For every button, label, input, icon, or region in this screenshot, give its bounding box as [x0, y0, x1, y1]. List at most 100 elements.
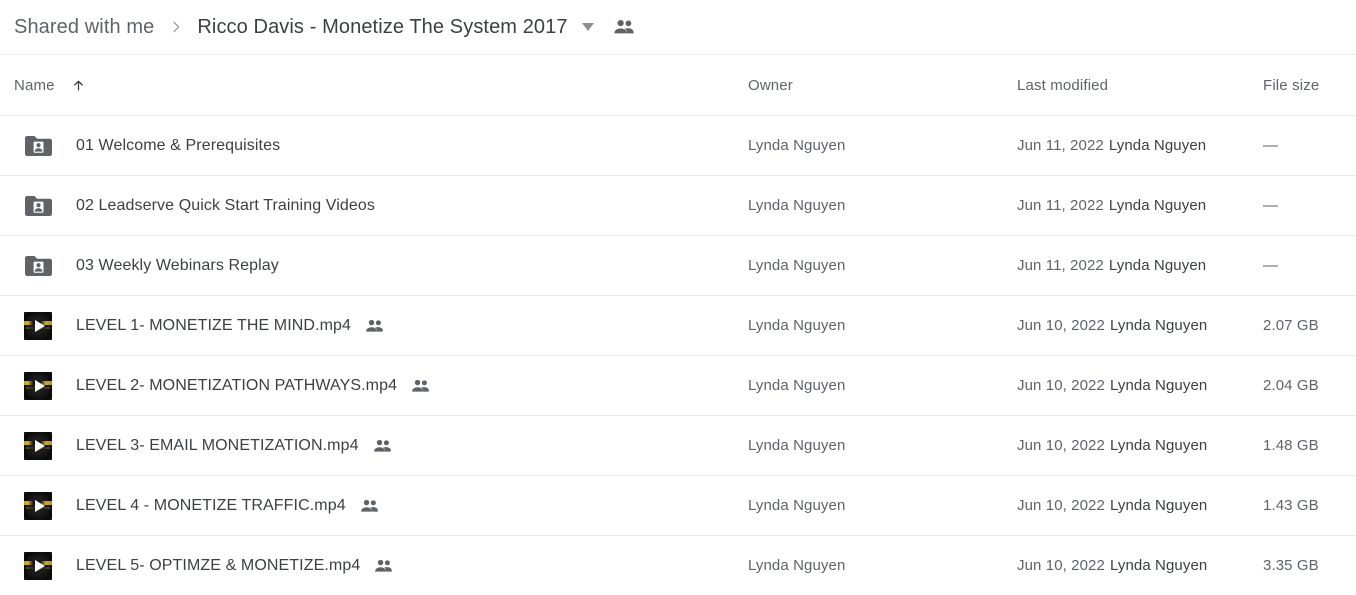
cell-name: LEVEL 3- EMAIL MONETIZATION.mp4 — [0, 431, 748, 460]
cell-file-size: 3.35 GB — [1263, 557, 1319, 574]
item-name: LEVEL 3- EMAIL MONETIZATION.mp4 — [76, 436, 359, 454]
column-header-name[interactable]: Name — [0, 77, 748, 94]
table-header-row: Name Owner Last modified File size — [0, 55, 1356, 116]
cell-last-modified: Jun 11, 2022 Lynda Nguyen — [1017, 137, 1263, 154]
people-shared-icon[interactable] — [365, 319, 384, 333]
cell-name: LEVEL 5- OPTIMZE & MONETIZE.mp4 — [0, 551, 748, 580]
last-modified-by: Lynda Nguyen — [1109, 377, 1208, 394]
shared-folder-icon — [24, 252, 52, 280]
last-modified-date: Jun 10, 2022 — [1017, 497, 1105, 514]
cell-owner: Lynda Nguyen — [748, 437, 846, 454]
last-modified-by: Lynda Nguyen — [1109, 437, 1208, 454]
breadcrumb-current-folder[interactable]: Ricco Davis - Monetize The System 2017 — [197, 16, 567, 39]
last-modified-by: Lynda Nguyen — [1108, 137, 1207, 154]
video-thumbnail-icon — [24, 491, 52, 520]
cell-last-modified: Jun 10, 2022 Lynda Nguyen — [1017, 317, 1263, 334]
people-shared-icon[interactable] — [613, 19, 635, 35]
last-modified-by: Lynda Nguyen — [1108, 197, 1207, 214]
table-row[interactable]: LEVEL 1- MONETIZE THE MIND.mp4 Lynda Ngu… — [0, 296, 1356, 356]
people-shared-icon[interactable] — [373, 439, 392, 453]
last-modified-date: Jun 11, 2022 — [1017, 197, 1104, 214]
table-row[interactable]: LEVEL 5- OPTIMZE & MONETIZE.mp4 Lynda Ng… — [0, 536, 1356, 595]
shared-folder-icon — [24, 192, 52, 220]
cell-last-modified: Jun 11, 2022 Lynda Nguyen — [1017, 257, 1263, 274]
table-row[interactable]: LEVEL 2- MONETIZATION PATHWAYS.mp4 Lynda… — [0, 356, 1356, 416]
cell-file-size: 1.43 GB — [1263, 497, 1319, 514]
cell-last-modified: Jun 11, 2022 Lynda Nguyen — [1017, 197, 1263, 214]
last-modified-date: Jun 10, 2022 — [1017, 377, 1105, 394]
cell-name: 03 Weekly Webinars Replay — [0, 252, 748, 280]
video-thumbnail-icon — [24, 491, 52, 520]
cell-name: 02 Leadserve Quick Start Training Videos — [0, 192, 748, 220]
cell-name: LEVEL 4 - MONETIZE TRAFFIC.mp4 — [0, 491, 748, 520]
cell-file-size: 2.04 GB — [1263, 377, 1319, 394]
last-modified-by: Lynda Nguyen — [1108, 257, 1207, 274]
last-modified-date: Jun 11, 2022 — [1017, 137, 1104, 154]
arrow-up-icon[interactable] — [71, 78, 86, 93]
cell-owner: Lynda Nguyen — [748, 377, 846, 394]
column-header-owner[interactable]: Owner — [748, 77, 1017, 94]
video-thumbnail-icon — [24, 431, 52, 460]
last-modified-by: Lynda Nguyen — [1109, 557, 1208, 574]
table-row[interactable]: 01 Welcome & Prerequisites Lynda Nguyen … — [0, 116, 1356, 176]
table-row[interactable]: 03 Weekly Webinars Replay Lynda Nguyen J… — [0, 236, 1356, 296]
last-modified-by: Lynda Nguyen — [1109, 497, 1208, 514]
video-thumbnail-icon — [24, 431, 52, 460]
table-row[interactable]: LEVEL 4 - MONETIZE TRAFFIC.mp4 Lynda Ngu… — [0, 476, 1356, 536]
cell-name: LEVEL 2- MONETIZATION PATHWAYS.mp4 — [0, 371, 748, 400]
cell-file-size: — — [1263, 197, 1279, 214]
column-header-file-size[interactable]: File size — [1263, 77, 1356, 94]
breadcrumb: Shared with me Ricco Davis - Monetize Th… — [0, 0, 1356, 55]
cell-file-size: — — [1263, 257, 1279, 274]
cell-owner: Lynda Nguyen — [748, 137, 846, 154]
cell-file-size: 1.48 GB — [1263, 437, 1319, 454]
cell-file-size: — — [1263, 137, 1279, 154]
video-thumbnail-icon — [24, 371, 52, 400]
video-thumbnail-icon — [24, 551, 52, 580]
shared-folder-icon — [24, 255, 52, 276]
cell-file-size: 2.07 GB — [1263, 317, 1319, 334]
cell-name: 01 Welcome & Prerequisites — [0, 132, 748, 160]
cell-last-modified: Jun 10, 2022 Lynda Nguyen — [1017, 377, 1263, 394]
people-shared-icon[interactable] — [411, 379, 430, 393]
table-row[interactable]: 02 Leadserve Quick Start Training Videos… — [0, 176, 1356, 236]
column-header-name-label: Name — [14, 76, 55, 94]
file-list-table: Name Owner Last modified File size 01 We… — [0, 55, 1356, 595]
shared-folder-icon — [24, 135, 52, 156]
item-name: 02 Leadserve Quick Start Training Videos — [76, 196, 375, 214]
cell-last-modified: Jun 10, 2022 Lynda Nguyen — [1017, 497, 1263, 514]
item-name: 01 Welcome & Prerequisites — [76, 136, 281, 154]
item-name: 03 Weekly Webinars Replay — [76, 256, 279, 274]
video-thumbnail-icon — [24, 311, 52, 340]
cell-owner: Lynda Nguyen — [748, 497, 846, 514]
people-shared-icon[interactable] — [374, 559, 393, 573]
chevron-right-icon — [168, 19, 184, 35]
video-thumbnail-icon — [24, 371, 52, 400]
cell-last-modified: Jun 10, 2022 Lynda Nguyen — [1017, 557, 1263, 574]
cell-owner: Lynda Nguyen — [748, 317, 846, 334]
shared-folder-icon — [24, 132, 52, 160]
item-name: LEVEL 4 - MONETIZE TRAFFIC.mp4 — [76, 496, 346, 514]
item-name: LEVEL 2- MONETIZATION PATHWAYS.mp4 — [76, 376, 398, 394]
last-modified-date: Jun 10, 2022 — [1017, 557, 1105, 574]
cell-last-modified: Jun 10, 2022 Lynda Nguyen — [1017, 437, 1263, 454]
cell-owner: Lynda Nguyen — [748, 257, 846, 274]
last-modified-by: Lynda Nguyen — [1109, 317, 1208, 334]
last-modified-date: Jun 10, 2022 — [1017, 317, 1105, 334]
cell-owner: Lynda Nguyen — [748, 197, 846, 214]
column-header-last-modified[interactable]: Last modified — [1017, 77, 1263, 94]
cell-owner: Lynda Nguyen — [748, 557, 846, 574]
item-name: LEVEL 1- MONETIZE THE MIND.mp4 — [76, 316, 352, 334]
item-name: LEVEL 5- OPTIMZE & MONETIZE.mp4 — [76, 556, 361, 574]
shared-folder-icon — [24, 195, 52, 216]
last-modified-date: Jun 10, 2022 — [1017, 437, 1105, 454]
table-row[interactable]: LEVEL 3- EMAIL MONETIZATION.mp4 Lynda Ng… — [0, 416, 1356, 476]
last-modified-date: Jun 11, 2022 — [1017, 257, 1104, 274]
people-shared-icon[interactable] — [360, 499, 379, 513]
breadcrumb-root-shared-with-me[interactable]: Shared with me — [14, 16, 154, 39]
video-thumbnail-icon — [24, 311, 52, 340]
file-rows-container: 01 Welcome & Prerequisites Lynda Nguyen … — [0, 116, 1356, 595]
video-thumbnail-icon — [24, 551, 52, 580]
chevron-down-icon[interactable] — [581, 20, 595, 34]
cell-name: LEVEL 1- MONETIZE THE MIND.mp4 — [0, 311, 748, 340]
